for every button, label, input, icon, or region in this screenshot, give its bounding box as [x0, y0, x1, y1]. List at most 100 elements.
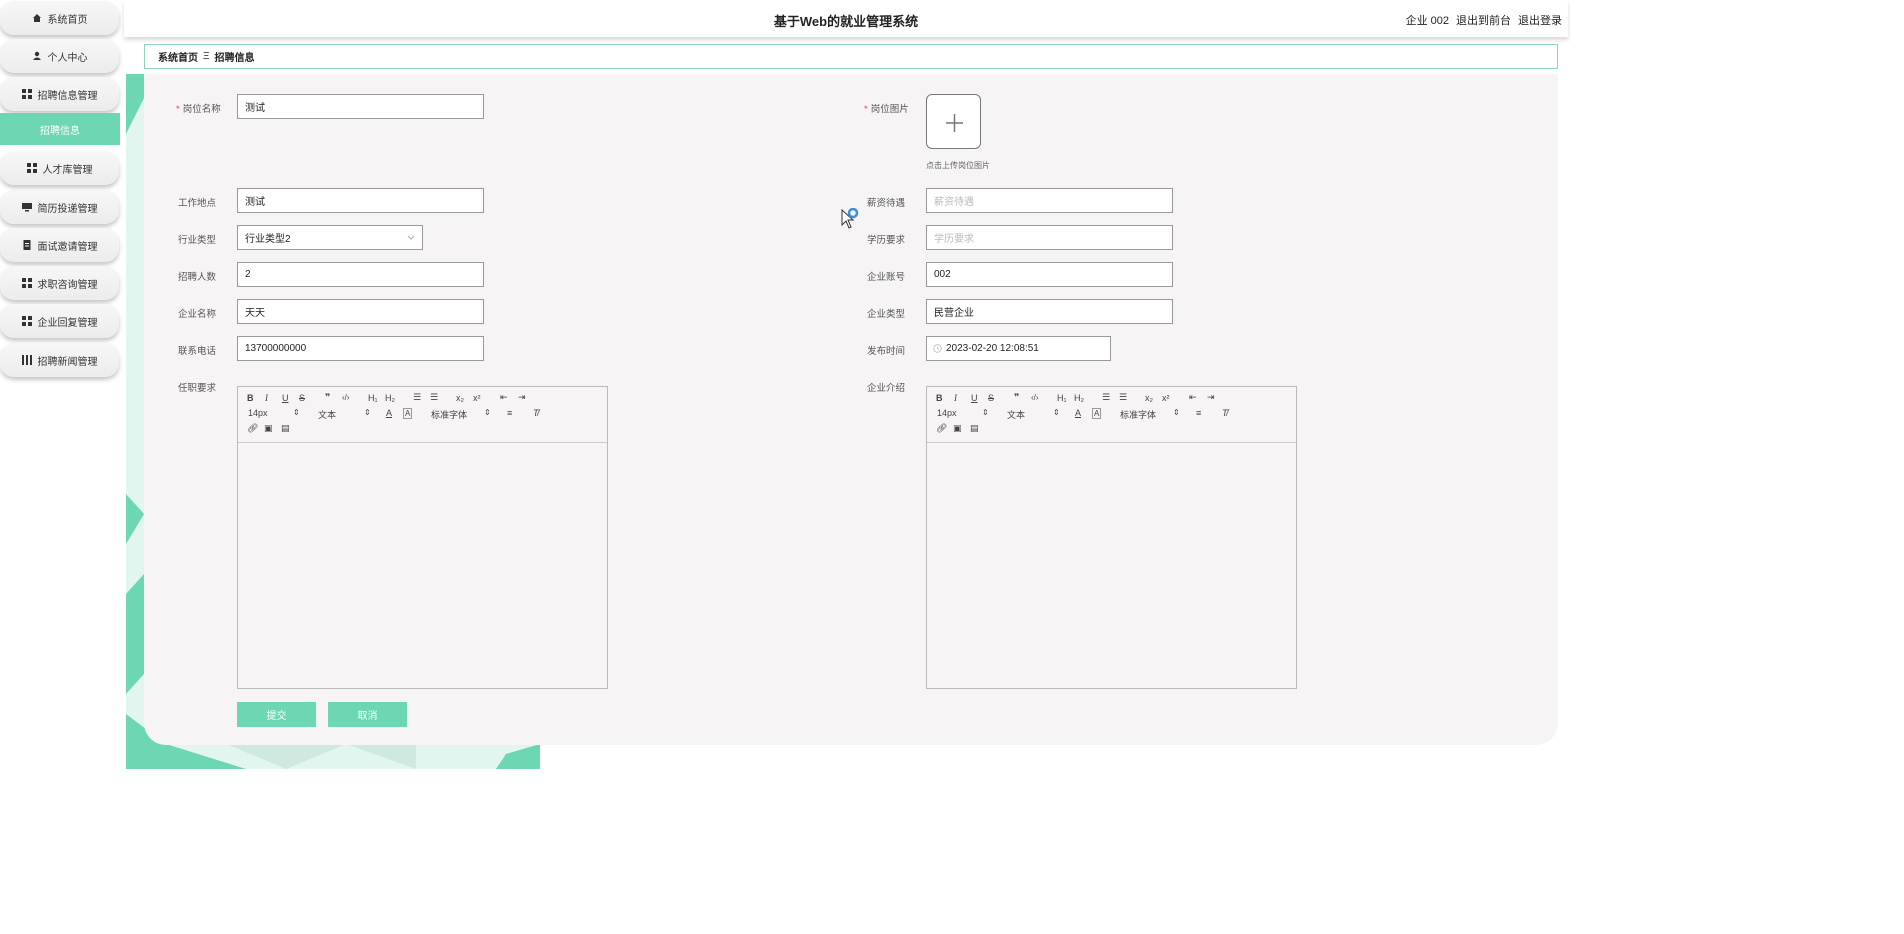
background-color-icon[interactable]: A	[1092, 408, 1102, 419]
image-icon[interactable]: ▣	[264, 423, 273, 434]
breadcrumb: 系统首页 Ξ 招聘信息	[144, 44, 1558, 69]
code-icon[interactable]: ‹/›	[342, 393, 350, 402]
strike-button[interactable]: S	[299, 393, 305, 403]
headcount-input[interactable]: 2	[237, 262, 484, 287]
chevron-updown-icon: ⇕	[1053, 408, 1060, 417]
company-account-label: 企业账号	[867, 272, 906, 283]
sidebar-item-recruit-manage[interactable]: 招聘信息管理	[0, 77, 119, 111]
h2-button[interactable]: H₂	[385, 393, 395, 403]
font-size-select[interactable]: 14px	[937, 408, 957, 418]
phone-input[interactable]: 13700000000	[237, 336, 484, 361]
app-root: 系统首页 个人中心 招聘信息管理 招聘信息 人才库管理 简历投递管理 面试邀请管…	[0, 0, 1568, 769]
align-icon[interactable]: ≡	[507, 408, 512, 418]
education-input[interactable]: 学历要求	[926, 225, 1173, 250]
bullet-list-icon[interactable]: ☰	[430, 392, 438, 403]
link-icon[interactable]: 🔗︎	[936, 423, 947, 434]
superscript-button[interactable]: x²	[1162, 393, 1170, 403]
h1-button[interactable]: H₁	[1057, 393, 1067, 403]
underline-button[interactable]: U	[971, 393, 978, 403]
editor-toolbar: B I U S ❞ ‹/› H₁ H₂ ☰ ☰ x₂ x² ⇤ ⇥ 14px ⇕…	[927, 387, 1296, 443]
sidebar-item-label: 面试邀请管理	[37, 241, 98, 253]
company-type-input[interactable]: 民营企业	[926, 299, 1173, 324]
background-color-icon[interactable]: A	[403, 408, 413, 419]
quote-icon[interactable]: ❞	[325, 392, 330, 403]
chevron-updown-icon: ⇕	[1173, 408, 1180, 417]
cancel-button[interactable]: 取消	[328, 702, 407, 727]
requirements-editor[interactable]: B I U S ❞ ‹/› H₁ H₂ ☰ ☰ x₂ x² ⇤ ⇥ 14px ⇕…	[237, 386, 608, 689]
font-color-icon[interactable]: A	[386, 408, 392, 418]
sidebar-item-home[interactable]: 系统首页	[0, 1, 119, 35]
font-family-select[interactable]: 标准字体	[431, 408, 467, 421]
logout-link[interactable]: 退出登录	[1518, 12, 1562, 28]
company-account-input[interactable]: 002	[926, 262, 1173, 287]
current-user: 企业 002	[1405, 15, 1449, 27]
grid-icon	[21, 278, 32, 288]
salary-input[interactable]: 薪资待遇	[926, 188, 1173, 213]
site-title: 基于Web的就业管理系统	[773, 14, 919, 29]
strike-button[interactable]: S	[988, 393, 994, 403]
font-color-icon[interactable]: A	[1075, 408, 1081, 418]
outdent-icon[interactable]: ⇤	[500, 392, 508, 403]
submit-button[interactable]: 提交	[237, 702, 316, 727]
publish-time-label: 发布时间	[867, 346, 906, 357]
company-intro-label: 企业介绍	[867, 383, 906, 394]
industry-label: 行业类型	[178, 235, 217, 246]
sidebar-item-label: 企业回复管理	[37, 317, 98, 329]
sidebar-item-label: 系统首页	[47, 14, 88, 26]
image-upload-button[interactable]	[926, 94, 981, 149]
sidebar-item-resume[interactable]: 简历投递管理	[0, 190, 119, 224]
bullet-list-icon[interactable]: ☰	[1119, 392, 1127, 403]
publish-time-picker[interactable]: 2023-02-20 12:08:51	[926, 336, 1111, 361]
indent-icon[interactable]: ⇥	[518, 392, 526, 403]
sidebar-item-reply[interactable]: 企业回复管理	[0, 304, 119, 338]
industry-select[interactable]: 行业类型2	[237, 225, 423, 250]
format-select[interactable]: 文本	[318, 408, 336, 421]
sidebar-item-consult[interactable]: 求职咨询管理	[0, 266, 119, 300]
clear-format-icon[interactable]: T̸	[533, 408, 539, 418]
superscript-button[interactable]: x²	[473, 393, 481, 403]
sidebar-item-recruit-info[interactable]: 招聘信息	[0, 113, 120, 145]
image-icon[interactable]: ▣	[953, 423, 962, 434]
front-link[interactable]: 退出到前台	[1456, 12, 1511, 28]
ordered-list-icon[interactable]: ☰	[413, 392, 421, 403]
phone-label: 联系电话	[178, 346, 217, 357]
job-name-input[interactable]: 测试	[237, 94, 484, 119]
clock-icon	[933, 344, 942, 353]
video-icon[interactable]: ▤	[281, 423, 290, 434]
italic-button[interactable]: I	[954, 393, 957, 403]
bold-button[interactable]: B	[936, 393, 943, 403]
indent-icon[interactable]: ⇥	[1207, 392, 1215, 403]
subscript-button[interactable]: x₂	[1145, 393, 1153, 403]
outdent-icon[interactable]: ⇤	[1189, 392, 1197, 403]
h2-button[interactable]: H₂	[1074, 393, 1084, 403]
font-family-select[interactable]: 标准字体	[1120, 408, 1156, 421]
breadcrumb-home[interactable]: 系统首页	[158, 49, 198, 64]
sidebar-item-news[interactable]: 招聘新闻管理	[0, 343, 119, 377]
video-icon[interactable]: ▤	[970, 423, 979, 434]
italic-button[interactable]: I	[265, 393, 268, 403]
location-input[interactable]: 测试	[237, 188, 484, 213]
clear-format-icon[interactable]: T̸	[1222, 408, 1228, 418]
company-name-input[interactable]: 天天	[237, 299, 484, 324]
font-size-select[interactable]: 14px	[248, 408, 268, 418]
home-icon	[32, 14, 41, 22]
breadcrumb-separator: Ξ	[203, 51, 210, 62]
link-icon[interactable]: 🔗︎	[247, 423, 258, 434]
code-icon[interactable]: ‹/›	[1031, 393, 1039, 402]
top-header: 基于Web的就业管理系统 企业 002 退出到前台 退出登录	[124, 0, 1568, 37]
company-intro-editor[interactable]: B I U S ❞ ‹/› H₁ H₂ ☰ ☰ x₂ x² ⇤ ⇥ 14px ⇕…	[926, 386, 1297, 689]
subscript-button[interactable]: x₂	[456, 393, 464, 403]
sidebar-item-profile[interactable]: 个人中心	[0, 39, 119, 73]
h1-button[interactable]: H₁	[368, 393, 378, 403]
sidebar-item-interview[interactable]: 面试邀请管理	[0, 228, 119, 262]
bold-button[interactable]: B	[247, 393, 254, 403]
quote-icon[interactable]: ❞	[1014, 392, 1019, 403]
industry-selected: 行业类型2	[245, 234, 291, 245]
underline-button[interactable]: U	[282, 393, 289, 403]
ordered-list-icon[interactable]: ☰	[1102, 392, 1110, 403]
align-icon[interactable]: ≡	[1196, 408, 1201, 418]
sidebar-item-talent[interactable]: 人才库管理	[0, 151, 119, 185]
plus-icon	[946, 114, 963, 132]
publish-time-value: 2023-02-20 12:08:51	[946, 343, 1039, 354]
format-select[interactable]: 文本	[1007, 408, 1025, 421]
